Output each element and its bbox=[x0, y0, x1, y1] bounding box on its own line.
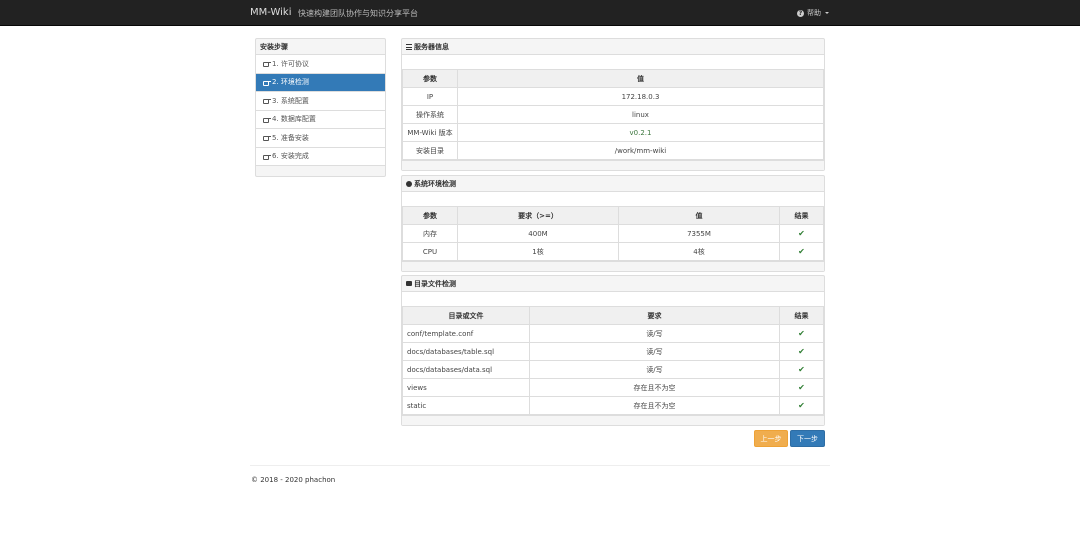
env-check-header: 系统环境检测 bbox=[402, 176, 824, 192]
step-database-config[interactable]: 4. 数据库配置 bbox=[256, 110, 385, 129]
step-env-check[interactable]: 2. 环境检测 bbox=[256, 73, 385, 92]
env-check-panel: 系统环境检测 参数 要求（>=） 值 结果 内存 400M 7355M ✔ CP… bbox=[401, 175, 825, 272]
table-row: 操作系统 linux bbox=[402, 105, 824, 124]
hand-pointer-icon bbox=[263, 154, 271, 160]
dir-check-title: 目录文件检测 bbox=[414, 279, 456, 288]
param-cell: CPU bbox=[402, 242, 458, 261]
check-icon: ✔ bbox=[779, 378, 824, 397]
table-row: 内存 400M 7355M ✔ bbox=[402, 224, 824, 243]
param-cell: IP bbox=[402, 87, 458, 106]
step-label: 5. 准备安装 bbox=[272, 133, 309, 142]
value-cell: /work/mm-wiki bbox=[457, 141, 824, 160]
folder-open-icon bbox=[406, 281, 412, 286]
caret-down-icon bbox=[825, 12, 829, 14]
server-info-panel: 服务器信息 参数 值 IP 172.18.0.3 操作系统 linux MM-W… bbox=[401, 38, 825, 171]
table-row: 安装目录 /work/mm-wiki bbox=[402, 141, 824, 160]
requirement-cell: 读/写 bbox=[529, 342, 780, 361]
list-icon bbox=[406, 43, 412, 50]
column-header: 值 bbox=[618, 206, 780, 225]
table-row: static 存在且不为空 ✔ bbox=[402, 396, 824, 415]
table-row: MM-Wiki 版本 v0.2.1 bbox=[402, 123, 824, 142]
dir-check-header: 目录文件检测 bbox=[402, 276, 824, 292]
env-check-title: 系统环境检测 bbox=[414, 179, 456, 188]
table-row: conf/template.conf 读/写 ✔ bbox=[402, 324, 824, 343]
brand-subtitle: 快速构建团队协作与知识分享平台 bbox=[298, 9, 418, 18]
top-navbar: MM-Wiki 快速构建团队协作与知识分享平台 ? 帮助 bbox=[0, 0, 1080, 26]
hand-pointer-icon bbox=[263, 80, 271, 86]
help-menu[interactable]: ? 帮助 bbox=[797, 8, 829, 18]
param-cell: 安装目录 bbox=[402, 141, 458, 160]
column-header: 要求（>=） bbox=[457, 206, 619, 225]
ok-circle-icon bbox=[406, 180, 412, 187]
server-info-table: 参数 值 IP 172.18.0.3 操作系统 linux MM-Wiki 版本… bbox=[402, 69, 824, 160]
step-prepare-install[interactable]: 5. 准备安装 bbox=[256, 129, 385, 148]
previous-step-button[interactable]: 上一步 bbox=[754, 430, 788, 447]
param-cell: 操作系统 bbox=[402, 105, 458, 124]
step-label: 1. 许可协议 bbox=[272, 59, 309, 68]
question-circle-icon: ? bbox=[797, 9, 804, 17]
requirement-cell: 存在且不为空 bbox=[529, 396, 780, 415]
value-cell: linux bbox=[457, 105, 824, 124]
check-icon: ✔ bbox=[779, 324, 824, 343]
requirement-cell: 读/写 bbox=[529, 360, 780, 379]
table-row: views 存在且不为空 ✔ bbox=[402, 378, 824, 397]
column-header: 要求 bbox=[529, 306, 780, 325]
step-system-config[interactable]: 3. 系统配置 bbox=[256, 92, 385, 111]
dir-check-table: 目录或文件 要求 结果 conf/template.conf 读/写 ✔ doc… bbox=[402, 306, 824, 415]
value-cell: 172.18.0.3 bbox=[457, 87, 824, 106]
check-icon: ✔ bbox=[779, 342, 824, 361]
server-info-header: 服务器信息 bbox=[402, 39, 824, 55]
path-cell: docs/databases/table.sql bbox=[402, 342, 530, 361]
next-step-button[interactable]: 下一步 bbox=[790, 430, 825, 447]
requirement-cell: 1核 bbox=[457, 242, 619, 261]
requirement-cell: 400M bbox=[457, 224, 619, 243]
install-steps-title: 安装步骤 bbox=[256, 39, 385, 55]
check-icon: ✔ bbox=[779, 242, 824, 261]
value-cell: 7355M bbox=[618, 224, 780, 243]
server-info-title: 服务器信息 bbox=[414, 42, 449, 51]
column-header: 值 bbox=[457, 69, 824, 88]
hand-pointer-icon bbox=[263, 98, 271, 105]
check-icon: ✔ bbox=[779, 360, 824, 379]
env-check-table: 参数 要求（>=） 值 结果 内存 400M 7355M ✔ CPU 1核 4核… bbox=[402, 206, 824, 261]
column-header: 目录或文件 bbox=[402, 306, 530, 325]
help-label: 帮助 bbox=[807, 9, 821, 17]
step-label: 4. 数据库配置 bbox=[272, 115, 316, 124]
path-cell: views bbox=[402, 378, 530, 397]
step-label: 2. 环境检测 bbox=[272, 78, 309, 87]
requirement-cell: 存在且不为空 bbox=[529, 378, 780, 397]
dir-check-panel: 目录文件检测 目录或文件 要求 结果 conf/template.conf 读/… bbox=[401, 275, 825, 426]
check-icon: ✔ bbox=[779, 396, 824, 415]
path-cell: static bbox=[402, 396, 530, 415]
check-icon: ✔ bbox=[779, 224, 824, 243]
path-cell: docs/databases/data.sql bbox=[402, 360, 530, 379]
param-cell: MM-Wiki 版本 bbox=[402, 123, 458, 142]
column-header: 结果 bbox=[779, 306, 824, 325]
requirement-cell: 读/写 bbox=[529, 324, 780, 343]
install-steps-panel: 安装步骤 1. 许可协议 2. 环境检测 3. 系统配置 4. 数据库配置 5.… bbox=[255, 38, 386, 177]
column-header: 参数 bbox=[402, 206, 458, 225]
path-cell: conf/template.conf bbox=[402, 324, 530, 343]
value-cell: 4核 bbox=[618, 242, 780, 261]
step-label: 3. 系统配置 bbox=[272, 96, 309, 105]
table-row: docs/databases/data.sql 读/写 ✔ bbox=[402, 360, 824, 379]
table-row: IP 172.18.0.3 bbox=[402, 87, 824, 106]
brand-logo[interactable]: MM-Wiki bbox=[250, 7, 291, 18]
column-header: 结果 bbox=[779, 206, 824, 225]
hand-pointer-icon bbox=[263, 61, 271, 68]
step-install-complete[interactable]: 6. 安装完成 bbox=[256, 147, 385, 166]
step-label: 6. 安装完成 bbox=[272, 152, 309, 161]
footer-divider bbox=[250, 465, 830, 466]
version-value: v0.2.1 bbox=[457, 123, 824, 142]
column-header: 参数 bbox=[402, 69, 458, 88]
table-row: CPU 1核 4核 ✔ bbox=[402, 242, 824, 261]
hand-pointer-icon bbox=[263, 117, 271, 123]
footer-copyright: © 2018 - 2020 phachon bbox=[251, 476, 336, 484]
param-cell: 内存 bbox=[402, 224, 458, 243]
table-row: docs/databases/table.sql 读/写 ✔ bbox=[402, 342, 824, 361]
hand-pointer-icon bbox=[263, 135, 271, 142]
step-license[interactable]: 1. 许可协议 bbox=[256, 55, 385, 74]
